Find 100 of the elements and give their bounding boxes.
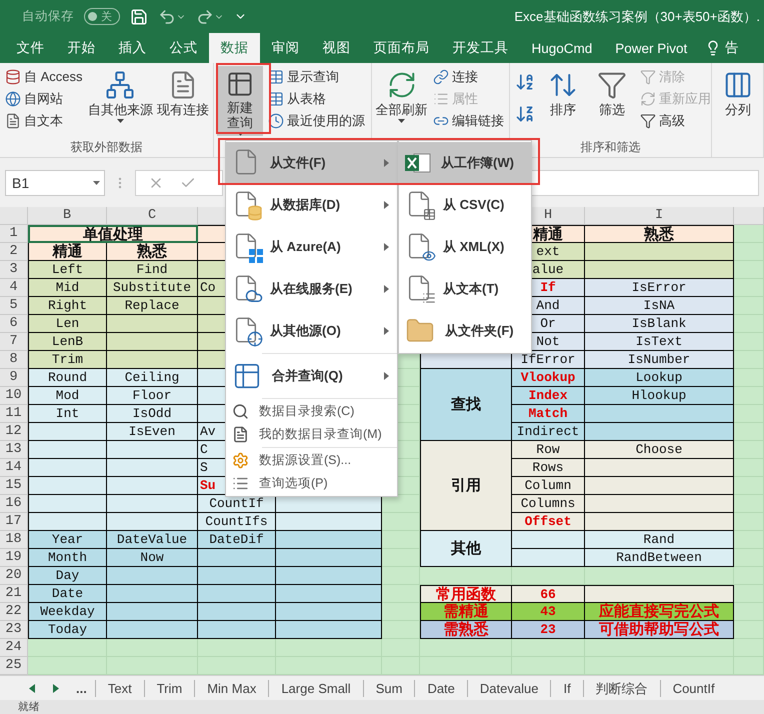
ribbon-button[interactable]: 新建查询 [217,66,263,136]
menu-item[interactable]: 从数据库(D) [226,184,397,226]
document-icon [232,426,249,443]
save-button[interactable] [130,8,148,26]
ribbon-button[interactable]: 分列 [715,66,761,136]
name-box[interactable]: B1 [5,170,105,196]
ribbon-tab[interactable]: 开始 [56,33,107,63]
row-header[interactable]: 17 [0,513,28,531]
ribbon-tab[interactable]: 视图 [311,33,362,63]
row-header[interactable]: 20 [0,567,28,585]
row-header[interactable]: 5 [0,297,28,315]
row-header[interactable]: 6 [0,315,28,333]
row-header[interactable]: 1 [0,225,28,243]
ribbon-tab[interactable]: 插入 [107,33,158,63]
row-header[interactable]: 2 [0,243,28,261]
ribbon-button[interactable]: 高级 [638,110,713,132]
ribbon-button[interactable]: 排序 [540,66,586,136]
sheet-tab[interactable]: Sum [362,680,414,696]
row-header[interactable]: 24 [0,639,28,657]
ribbon-button[interactable]: 最近使用的源 [266,110,367,132]
row-header[interactable]: 18 [0,531,28,549]
column-header[interactable]: C [107,207,198,225]
table-cell: Lookup [585,369,734,387]
row-header[interactable]: 14 [0,459,28,477]
sheet-tab[interactable]: Min Max [194,680,268,696]
tell-me-box[interactable]: 告 [704,33,739,63]
summary-note: 可借助帮助写公式 [585,621,734,639]
ribbon-tab[interactable]: 审阅 [260,33,311,63]
row-header[interactable]: 13 [0,441,28,459]
row-header[interactable]: 12 [0,423,28,441]
row-header[interactable]: 8 [0,351,28,369]
ribbon-tab[interactable]: 开发工具 [441,33,520,63]
row-header[interactable]: 16 [0,495,28,513]
ribbon-button[interactable]: 编辑链接 [431,110,506,132]
columns-icon [723,70,753,100]
row-header[interactable]: 11 [0,405,28,423]
table-cell: IsNA [585,297,734,315]
row-header[interactable]: 22 [0,603,28,621]
menu-item[interactable]: 数据目录搜索(C) [226,400,397,423]
submenu-arrow-icon [384,243,389,251]
column-heading: 熟悉 [107,243,198,261]
sheet-tab[interactable]: Text [94,680,144,696]
column-heading: 精通 [28,243,107,261]
summary-label: 需精通 [420,603,512,621]
row-header[interactable]: 9 [0,369,28,387]
sheet-tab[interactable]: Date [414,680,467,696]
menu-item[interactable]: 合并查询(Q) [226,355,397,397]
row-header[interactable]: 4 [0,279,28,297]
network-icon [105,70,136,100]
ribbon-button[interactable]: 全部刷新 [375,66,428,136]
submenu-arrow-icon [384,159,389,167]
ribbon-button[interactable]: 自文本 [3,110,85,132]
menu-item[interactable]: 从文件(F) [226,142,397,184]
ribbon-button[interactable]: 筛选 [589,66,635,136]
undo-button[interactable] [158,8,186,26]
column-header[interactable]: I [585,207,734,225]
ribbon-button[interactable]: 从表格 [266,88,367,110]
row-header[interactable]: 21 [0,585,28,603]
table-cell: Year [28,531,107,549]
menu-item[interactable]: 从工作簿(W) [399,142,531,184]
ribbon-tab[interactable]: 页面布局 [362,33,441,63]
ribbon-button[interactable]: 连接 [431,66,506,88]
summary-label: 常用函数 [420,585,512,603]
sheet-tab[interactable]: Trim [144,680,194,696]
column-header[interactable]: B [28,207,107,225]
ribbon-tab[interactable]: 文件 [5,33,56,63]
sheet-tab[interactable]: CountIf [660,680,727,696]
menu-item[interactable]: 从 Azure(A) [226,226,397,268]
row-header[interactable]: 23 [0,621,28,639]
sheet-tab[interactable]: If [550,680,583,696]
row-header[interactable]: 3 [0,261,28,279]
table-cell: RandBetween [585,549,734,567]
ribbon-button[interactable]: 自网站 [3,88,85,110]
ribbon-tab[interactable]: Power Pivot [604,33,699,63]
table-cell: Rand [585,531,734,549]
ribbon-button[interactable]: 自 Access [3,66,85,88]
more-sheets-button[interactable]: ... [68,680,95,696]
row-header[interactable]: 10 [0,387,28,405]
row-header[interactable]: 25 [0,657,28,675]
ribbon-tab[interactable]: 公式 [158,33,209,63]
table-cell: Round [28,369,107,387]
table-cell: IsNumber [585,351,734,369]
ribbon-button[interactable]: 自其他来源 [88,66,154,136]
funnel-icon [640,113,656,129]
ribbon-button[interactable]: 显示查询 [266,66,367,88]
table-cell: IsBlank [585,315,734,333]
row-header[interactable]: 15 [0,477,28,495]
redo-button[interactable] [196,8,224,26]
menu-item[interactable]: 从其他源(O) [226,310,397,352]
table-cell: IsError [585,279,734,297]
ribbon-tab[interactable]: HugoCmd [520,33,604,63]
sheet-tab[interactable]: 判断综合 [582,680,660,696]
sheet-tab[interactable]: Datevalue [466,680,550,696]
row-header[interactable]: 7 [0,333,28,351]
table-cell: Floor [107,387,198,405]
row-header[interactable]: 19 [0,549,28,567]
ribbon-button[interactable]: 现有连接 [156,66,210,136]
sort-az-icon [515,72,535,92]
sheet-tab[interactable]: Large Small [268,680,363,696]
ribbon-tab[interactable]: 数据 [209,33,260,63]
